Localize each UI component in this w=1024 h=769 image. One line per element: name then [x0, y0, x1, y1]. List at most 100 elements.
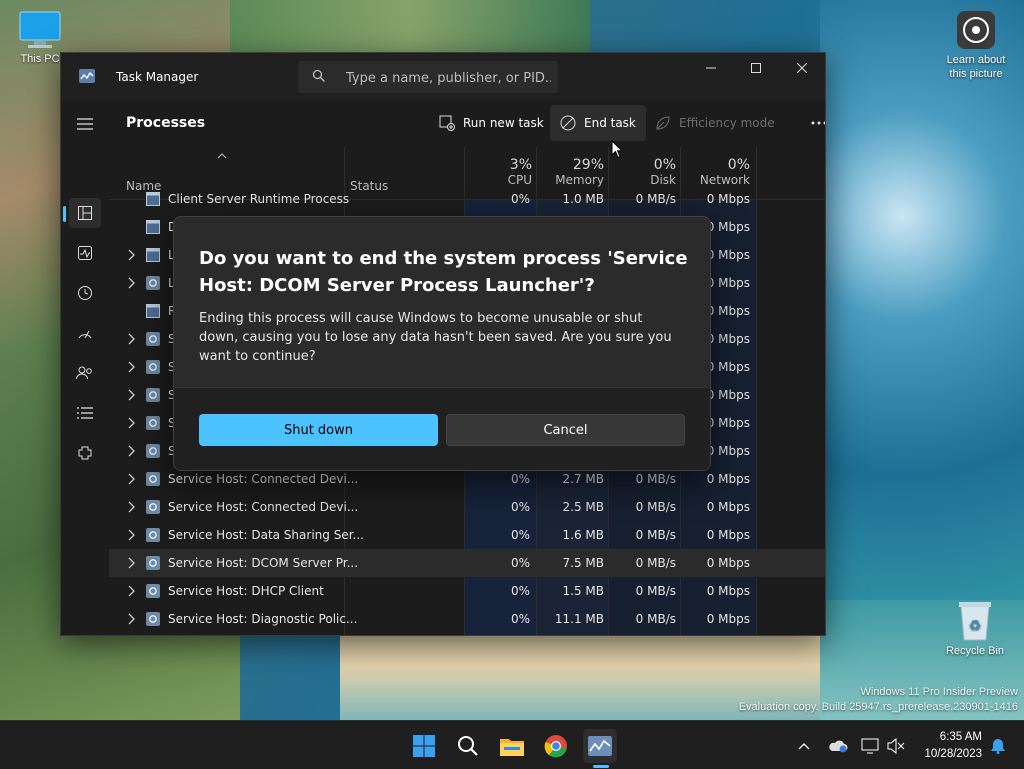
- process-name: Service Host: DCOM Server Pr...: [168, 556, 359, 570]
- efficiency-mode-button[interactable]: Efficiency mode: [651, 105, 779, 141]
- window-app-icon: [146, 192, 160, 206]
- window-app-icon: [146, 304, 160, 318]
- onedrive-button[interactable]: [823, 729, 853, 763]
- file-explorer-button[interactable]: [495, 729, 529, 763]
- column-network[interactable]: 0% Network: [680, 157, 750, 187]
- title-bar[interactable]: Task Manager: [61, 53, 825, 101]
- taskbar-search-button[interactable]: [451, 729, 485, 763]
- sidebar-item-startup-apps[interactable]: [69, 318, 101, 348]
- camera-lens-icon: [957, 11, 995, 49]
- cancel-button[interactable]: Cancel: [446, 414, 685, 446]
- search-box[interactable]: [298, 61, 558, 93]
- column-disk[interactable]: 0% Disk: [608, 157, 676, 187]
- sidebar-item-details[interactable]: [69, 398, 101, 428]
- sort-ascending-icon: [217, 153, 227, 159]
- cpu-total: 3%: [509, 157, 532, 173]
- window-app-icon: [146, 248, 160, 262]
- run-new-task-button[interactable]: Run new task: [431, 105, 552, 141]
- cpu-value: 0%: [510, 472, 530, 486]
- table-row[interactable]: Client Server Runtime Process 0% 1.0 MB 0 M…: [109, 185, 825, 213]
- task-manager-icon: [79, 69, 95, 83]
- column-memory[interactable]: 29% Memory: [536, 157, 604, 187]
- maximize-icon: [751, 63, 761, 73]
- process-name: Service Host: Connected Devi...: [168, 472, 359, 486]
- expand-chevron-icon[interactable]: [127, 417, 135, 429]
- chrome-icon: [544, 735, 567, 758]
- shut-down-button[interactable]: Shut down: [199, 414, 438, 446]
- table-row[interactable]: Service Host: Connected Devi... 0% 2.5 MB 0…: [109, 493, 825, 521]
- desktop-icon-recycle-bin[interactable]: ♻ Recycle Bin: [940, 598, 1010, 657]
- volume-muted-icon: [887, 738, 905, 754]
- details-icon: [77, 407, 93, 419]
- service-gear-icon: [146, 612, 160, 626]
- clock[interactable]: 6:35 AM 10/28/2023: [910, 729, 982, 763]
- expand-chevron-icon[interactable]: [127, 333, 135, 345]
- chrome-button[interactable]: [539, 729, 573, 763]
- expand-chevron-icon[interactable]: [127, 501, 135, 513]
- show-hidden-icons-button[interactable]: [789, 729, 819, 763]
- task-manager-taskbar-button[interactable]: [583, 729, 617, 763]
- dialog-title: Do you want to end the system process 'S…: [199, 248, 688, 296]
- bell-icon: [991, 739, 1005, 754]
- service-gear-icon: [146, 500, 160, 514]
- volume-button[interactable]: [881, 729, 911, 763]
- maximize-button[interactable]: [733, 53, 779, 83]
- expand-chevron-icon[interactable]: [127, 529, 135, 541]
- end-task-button[interactable]: End task: [550, 105, 646, 141]
- desktop-icon-learn-about-picture[interactable]: Learn about this picture: [938, 10, 1014, 81]
- mouse-cursor-icon: [611, 140, 623, 159]
- end-task-icon: [560, 115, 576, 131]
- task-manager-icon: [588, 736, 612, 756]
- cpu-value: 0%: [510, 584, 530, 598]
- memory-value: 2.5 MB: [562, 500, 604, 514]
- expand-chevron-icon[interactable]: [127, 389, 135, 401]
- expand-chevron-icon[interactable]: [127, 249, 135, 261]
- toolbar: Processes Run new task End task Efficien…: [109, 101, 825, 147]
- dialog-body: Ending this process will cause Windows t…: [199, 311, 672, 364]
- users-icon: [76, 366, 92, 380]
- disk-value: 0 MB/s: [635, 584, 676, 598]
- expand-chevron-icon[interactable]: [127, 445, 135, 457]
- expand-chevron-icon[interactable]: [127, 585, 135, 597]
- end-process-dialog: Do you want to end the system process 'S…: [173, 216, 711, 471]
- window-title: Task Manager: [116, 70, 199, 84]
- end-task-label: End task: [584, 116, 636, 130]
- recycle-bin-icon: ♻: [959, 602, 991, 641]
- expand-chevron-icon[interactable]: [127, 361, 135, 373]
- expand-chevron-icon[interactable]: [127, 557, 135, 569]
- monitor-icon: [19, 11, 61, 48]
- sidebar-item-app-history[interactable]: [69, 278, 101, 308]
- page-title: Processes: [126, 115, 206, 131]
- processes-icon: [78, 206, 92, 220]
- network-value: 0 Mbps: [706, 500, 750, 514]
- sidebar-item-services[interactable]: [69, 438, 101, 468]
- sidebar-item-performance[interactable]: [69, 238, 101, 268]
- disk-value: 0 MB/s: [635, 528, 676, 542]
- minimize-icon: [706, 67, 716, 69]
- minimize-button[interactable]: [688, 53, 734, 83]
- table-row[interactable]: Service Host: Data Sharing Ser... 0% 1.6 M…: [109, 521, 825, 549]
- expand-chevron-icon[interactable]: [127, 277, 135, 289]
- more-options-button[interactable]: [805, 105, 825, 141]
- file-explorer-icon: [500, 739, 524, 756]
- expand-chevron-icon[interactable]: [127, 473, 135, 485]
- sidebar-item-menu[interactable]: [69, 109, 101, 139]
- search-input[interactable]: [344, 67, 553, 89]
- memory-value: 11.1 MB: [554, 612, 604, 626]
- network-value: 0 Mbps: [706, 584, 750, 598]
- window-app-icon: [146, 220, 160, 234]
- table-row[interactable]: Service Host: DHCP Client 0% 1.5 MB 0 MB/s 0…: [109, 577, 825, 605]
- network-value: 0 Mbps: [706, 472, 750, 486]
- sidebar-item-users[interactable]: [69, 358, 101, 388]
- column-cpu[interactable]: 3% CPU: [464, 157, 532, 187]
- expand-chevron-icon[interactable]: [127, 613, 135, 625]
- clock-time: 6:35 AM: [939, 731, 982, 743]
- notifications-button[interactable]: [984, 729, 1012, 763]
- disk-value: 0 MB/s: [635, 556, 676, 570]
- table-row[interactable]: Service Host: DCOM Server Pr... 0% 7.5 MB 0…: [109, 549, 825, 577]
- table-row[interactable]: Service Host: Diagnostic Polic... 0% 11.1 …: [109, 605, 825, 633]
- close-button[interactable]: [779, 53, 825, 83]
- start-button[interactable]: [407, 729, 441, 763]
- desktop-icon-label: Recycle Bin: [945, 645, 1005, 657]
- sidebar-item-processes[interactable]: [69, 198, 101, 228]
